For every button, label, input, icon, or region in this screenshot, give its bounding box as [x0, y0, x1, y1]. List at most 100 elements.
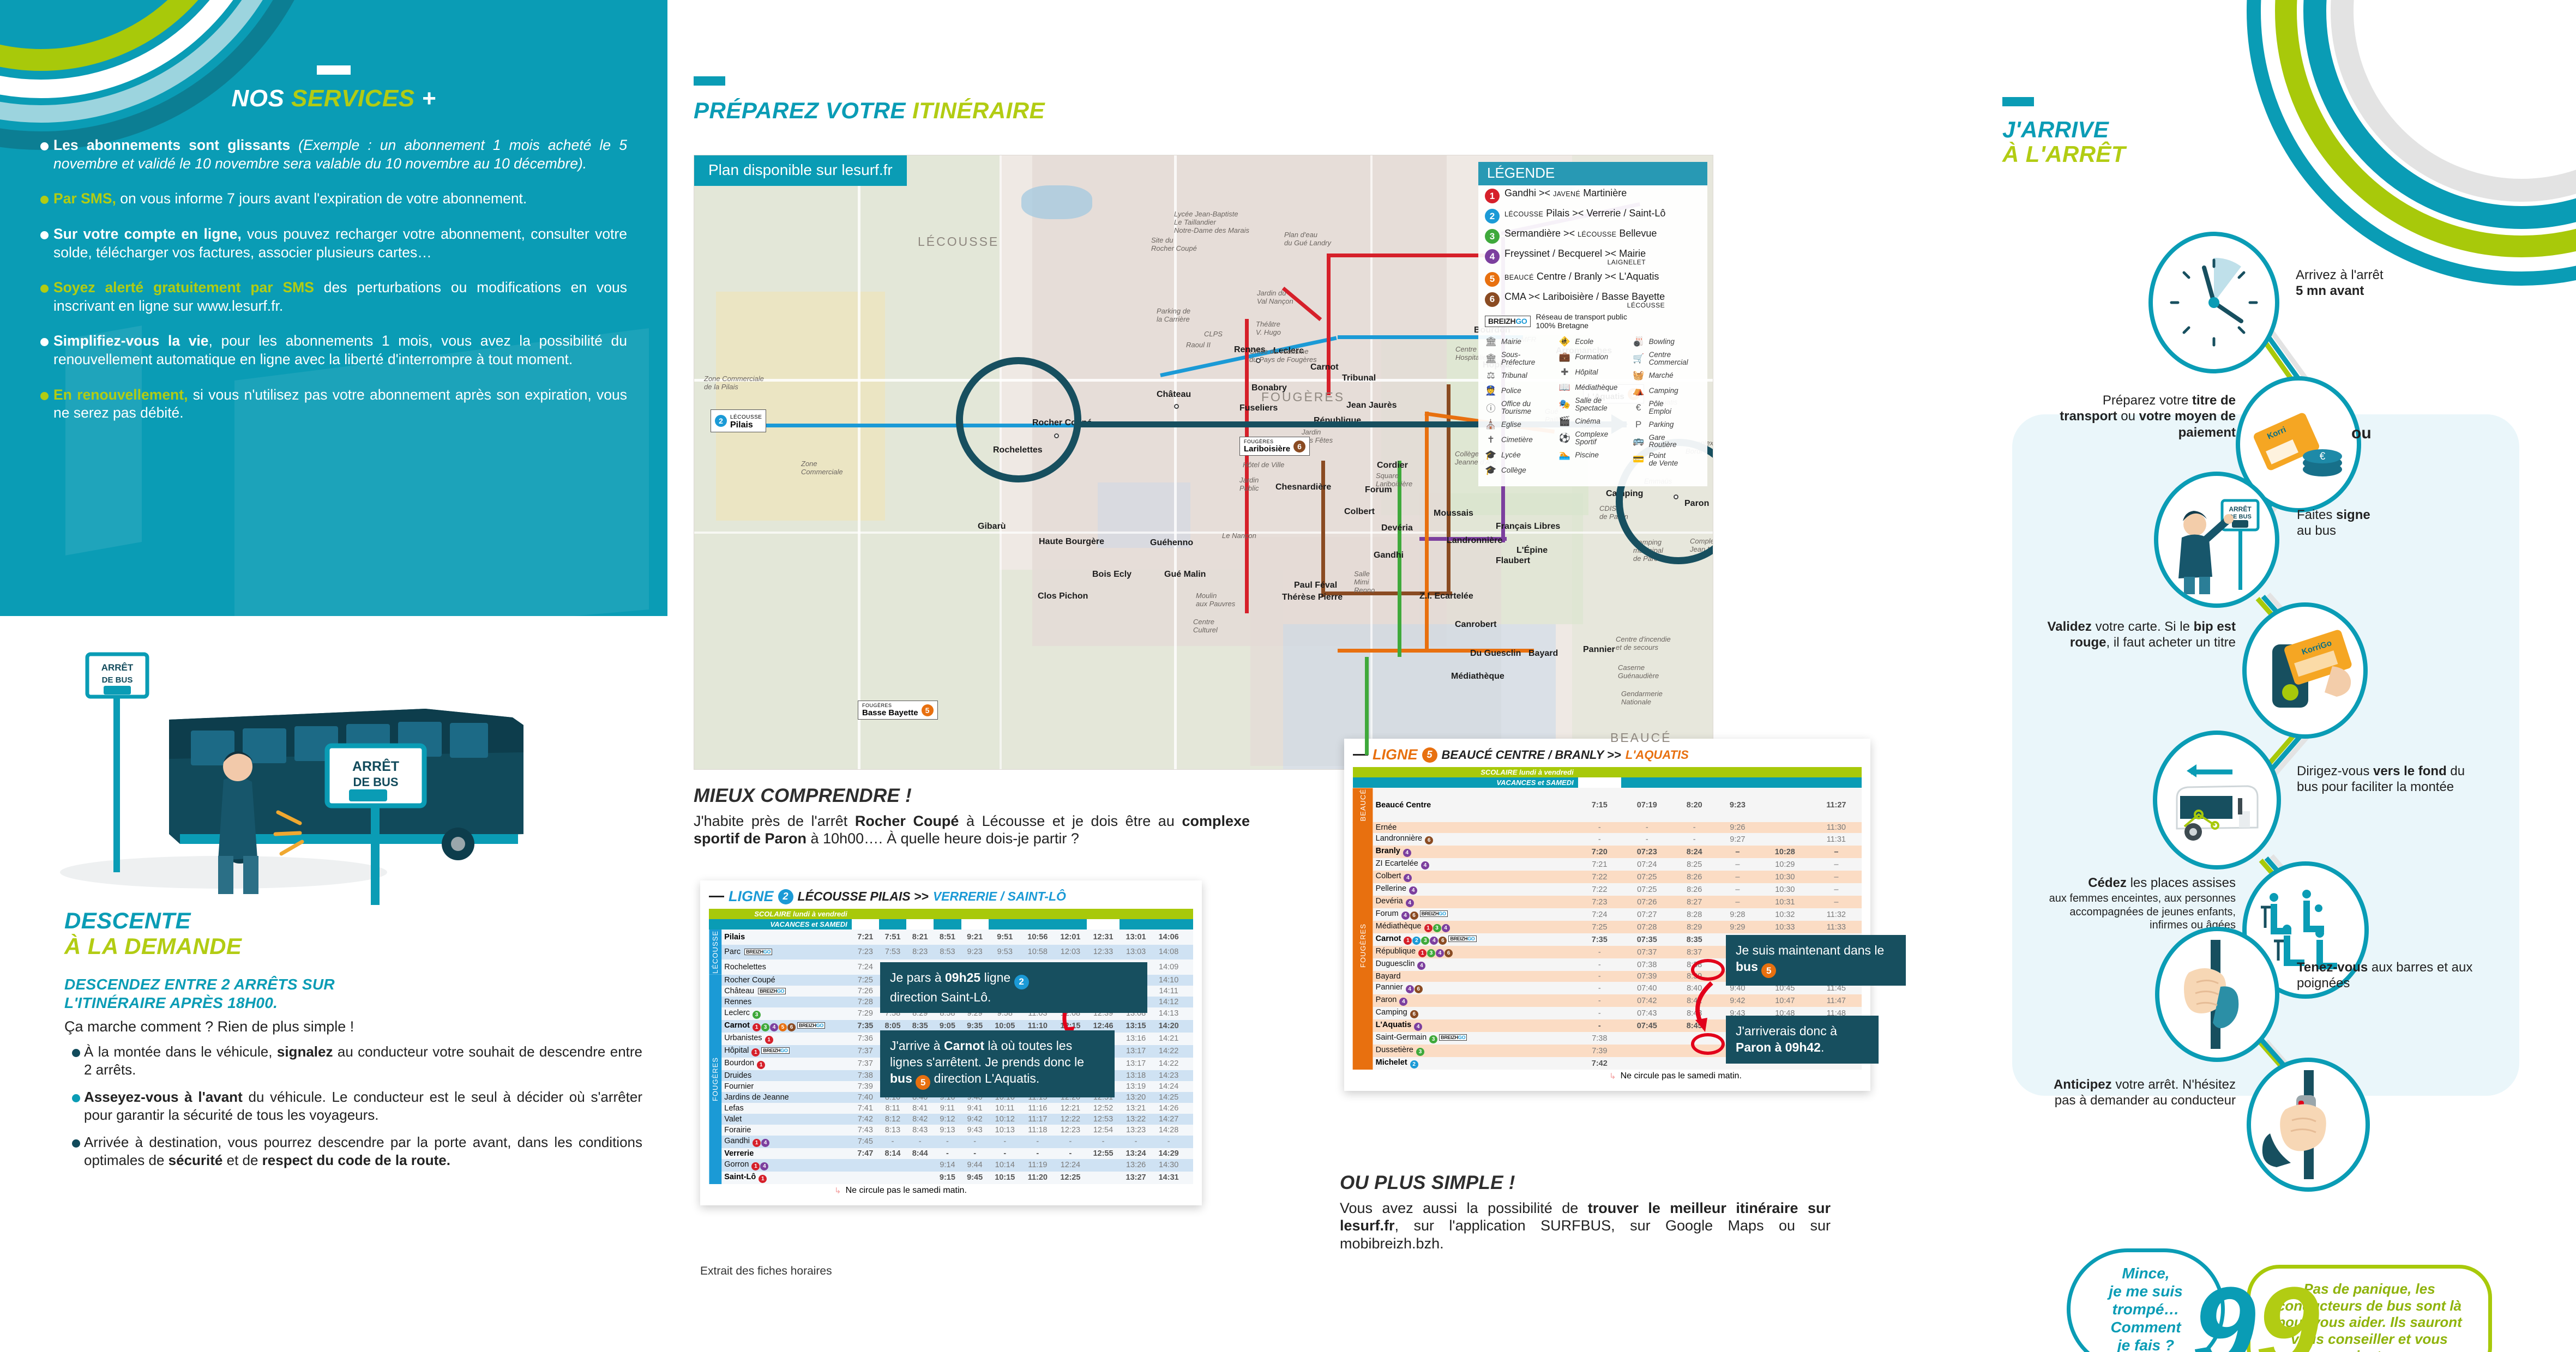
ou-label: ou [2351, 424, 2372, 442]
poi-item: 🎭 Salle de Spectacle [1557, 397, 1629, 412]
service-text: Par SMS, on vous informe 7 jours avant l… [53, 190, 527, 207]
bowling-icon: 🎳 [1633, 336, 1645, 347]
departure-time: 8:24 [1672, 846, 1716, 859]
header-vacances-cell [1810, 777, 1862, 788]
departure-time [851, 1158, 879, 1172]
tt2-callout-carnot: J'arrive à Carnot là où toutes les ligne… [880, 1030, 1115, 1098]
map-stop-cordier: Cordier [1377, 461, 1408, 470]
service-text: Les abonnements sont glissants (Exemple … [53, 137, 627, 172]
table-row: Gandhi 1 4 7:45- - - - - - - - - - [709, 1135, 1193, 1148]
departure-time: 12:03 [1054, 944, 1087, 960]
line-badge-1: 1 [765, 1035, 773, 1044]
poi-item: ⚖ Tribunal [1484, 370, 1555, 382]
departure-time: 7:21 [1578, 858, 1621, 871]
table-row: Gorron 1 4 9:14 9:44 10:14 11:19 12:24 13:26 14:… [709, 1158, 1193, 1172]
tt5-title: LIGNE 5 BEAUCÉ CENTRE / BRANLY >> L'AQUA… [1353, 746, 1862, 763]
map-label-centre-culturel: Centre Culturel [1193, 618, 1218, 634]
header-vacances-label: VACANCES et SAMEDI [1353, 777, 1578, 788]
poi-item: € Pôle Emploi [1632, 400, 1703, 415]
stop-name: Médiathèque 134 [1373, 921, 1578, 934]
map-stop-francais-libres: Français Libres [1496, 522, 1561, 531]
departure-time: 12:22 [1054, 1113, 1087, 1125]
departure-time: 13:24 [1120, 1148, 1153, 1159]
departure-time: 7:38 [1578, 1032, 1621, 1045]
legend-line-2[interactable]: 2 Lécousse Pilais >< Verrerie / Saint-Lô [1478, 206, 1707, 226]
departure-time: 07:38 [1621, 958, 1673, 971]
departure-time [1185, 1158, 1193, 1172]
departure-time: 07:25 [1621, 883, 1673, 896]
services-list: Les abonnements sont glissants (Exemple … [33, 136, 627, 439]
departure-time [1185, 1057, 1193, 1070]
tt5-ride-arrow [1695, 981, 1713, 1032]
timetable-line-2[interactable]: LIGNE 2 LÉCOUSSE PILAIS >> VERRERIE / SA… [700, 880, 1202, 1205]
tt5-footnote: Ne circule pas le samedi matin. [1620, 1071, 1742, 1081]
map-label-jardin-public: Jardin Public [1239, 476, 1259, 492]
departure-time: 7:41 [851, 1102, 879, 1114]
stop-name: Gandhi 14 [721, 1135, 852, 1148]
tt5-label: LIGNE [1373, 746, 1418, 763]
poi-item: 🎳 Bowling [1632, 336, 1703, 348]
itinerary-header: PRÉPAREZ VOTRE ITINÉRAIRE [694, 76, 1045, 124]
departure-time: 7:24 [1578, 908, 1621, 921]
departure-time: 13:18 [1120, 1070, 1153, 1081]
stop-name: L'Aquatis 4 [1373, 1019, 1578, 1033]
services-header: NOS SERVICES + [0, 65, 667, 111]
legend-line-1[interactable]: 1 Gandhi >< Javené Martinière [1478, 185, 1707, 206]
network-map[interactable]: Plan disponible sur lesurf.fr LÉCOUSSE F… [694, 155, 1713, 770]
departure-time: 11:20 [1021, 1171, 1054, 1184]
legend-line-3[interactable]: 3 Sermandière >< Lécousse Bellevue [1478, 226, 1707, 246]
header-vacances-cell [1021, 919, 1054, 930]
map-badge-lariboisiere[interactable]: FOUGÈRES Lariboisière 6 [1239, 437, 1310, 456]
departure-time [1086, 1171, 1120, 1184]
map-stop-bonabry: Bonabry [1251, 383, 1287, 393]
header-scolaire-cell [1759, 767, 1811, 777]
pole-emploi-icon: € [1635, 402, 1641, 413]
departure-time: 11:16 [1021, 1102, 1054, 1114]
map-label-lycee-jb: Lycée Jean-Baptiste Le Taillandier Notre-D… [1174, 210, 1249, 234]
header-vacances-row: VACANCES et SAMEDI [1353, 777, 1862, 788]
table-row: BEAUCÉ Beaucé Centre 7:15 07:19 8:20 9:23 11:… [1353, 788, 1862, 823]
validate-card-icon: KorriGo [2272, 630, 2352, 708]
departure-time: 7:40 [851, 1091, 879, 1103]
departure-time: – [1716, 896, 1759, 909]
stop-name: Carnot 1 2 3 4 6 BREIZH GO [1373, 933, 1578, 946]
svg-text:ARRÊT: ARRÊT [352, 758, 399, 774]
line-badge-4: 4 [1399, 998, 1408, 1006]
tt5-line-badge: 5 [1422, 747, 1437, 763]
table-row: Paron 4-07:42 8:42 9:42 10:47 11:47 [1353, 994, 1862, 1007]
legend-line-5[interactable]: 5 Beaucé Centre / Branly >< L'Aquatis [1478, 269, 1707, 289]
stop-name: Carnot 1 3 4 5 6 BREIZH GO [721, 1019, 852, 1033]
departure-time: 14:23 [1152, 1070, 1185, 1081]
map-badge-basse-bayette[interactable]: FOUGÈRES Basse Bayette 5 [858, 701, 938, 720]
services-title-services: SERVICES [291, 85, 415, 112]
departure-time: 12:33 [1086, 944, 1120, 960]
map-stop-flaubert: Flaubert [1496, 556, 1531, 565]
departure-time: 7:39 [851, 1081, 879, 1092]
legend-poi-grid: 🏛 Mairie 🏛 Sous- Préfecture ⚖ Tribunal 👮 Police ⓘ… [1478, 334, 1707, 480]
departure-time: – [1716, 871, 1759, 884]
line-badge-5: 5 [779, 1023, 787, 1031]
departure-time: 14:10 [1152, 974, 1185, 986]
departure-time: 7:47 [851, 1148, 879, 1159]
poi-item: 👮 Police [1484, 385, 1555, 397]
legend-line-text: Freyssinet / Becquerel >< Mairie LAIGNELE… [1504, 248, 1646, 267]
stop-name: Pellerine 4 [1373, 883, 1578, 896]
header-vacances-cell [1716, 777, 1759, 788]
tt5-callout-inbus: Je suis maintenant dans le bus 5 [1726, 935, 1906, 986]
timetable-line-5[interactable]: LIGNE 5 BEAUCÉ CENTRE / BRANLY >> L'AQUA… [1344, 739, 1906, 1091]
service-item: Les abonnements sont glissants (Exemple … [33, 136, 627, 173]
service-text: Simplifiez-vous la vie, pour les abonnem… [53, 333, 627, 368]
departure-time: - [1672, 822, 1716, 834]
legend-line-6[interactable]: 6 CMA >< Lariboisière / Basse Bayette LÉCO… [1478, 289, 1707, 312]
table-row: Parc BREIZH GO 7:23 7:53 8:23 8:53 9:23 9:53 10:… [709, 944, 1193, 960]
legend-line-4[interactable]: 4 Freyssinet / Becquerel >< Mairie LAIGNEL… [1478, 246, 1707, 269]
departure-time: - [1578, 958, 1621, 971]
ecole-icon: 🚸 [1558, 336, 1570, 347]
line-badge-6: 6 [1414, 985, 1423, 994]
map-stop-jean-jaures: Jean Jaurès [1346, 401, 1397, 410]
descente-title-1: DESCENTE [64, 908, 191, 933]
map-badge-pilais[interactable]: 2 LÉCOUSSE Pilais [711, 409, 767, 432]
header-scolaire-cell [906, 909, 934, 919]
departure-time: 8:37 [1672, 946, 1716, 959]
stop-name: Landronnière 6 [1373, 833, 1578, 846]
